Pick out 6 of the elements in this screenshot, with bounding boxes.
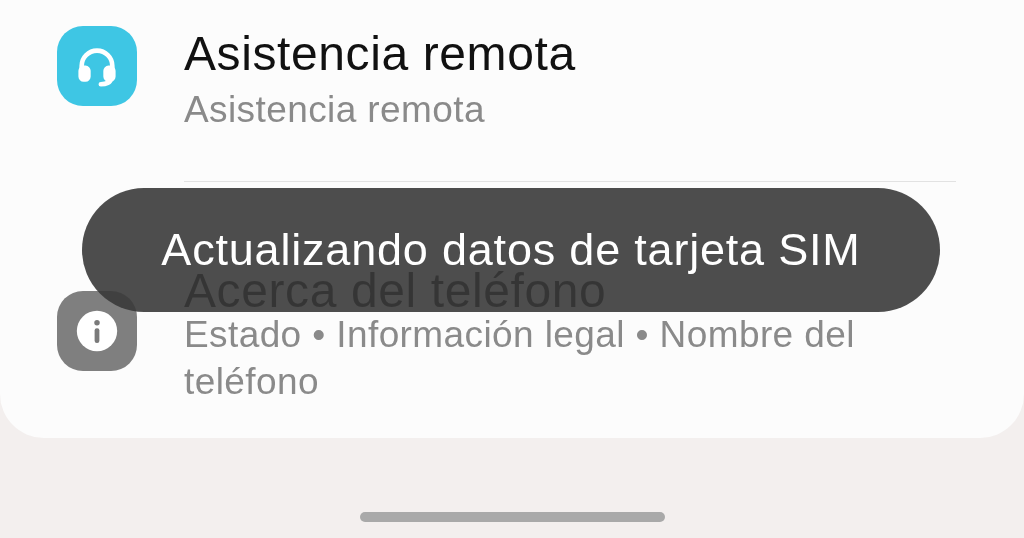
item-subtitle: Asistencia remota bbox=[184, 88, 486, 132]
item-subtitle: Estado • Información legal • Nombre del teléfono bbox=[184, 313, 856, 404]
item-title[interactable]: Asistencia remota bbox=[184, 26, 956, 82]
settings-icon[interactable] bbox=[57, 291, 137, 371]
info-icon bbox=[75, 309, 119, 353]
home-indicator[interactable] bbox=[360, 512, 665, 522]
